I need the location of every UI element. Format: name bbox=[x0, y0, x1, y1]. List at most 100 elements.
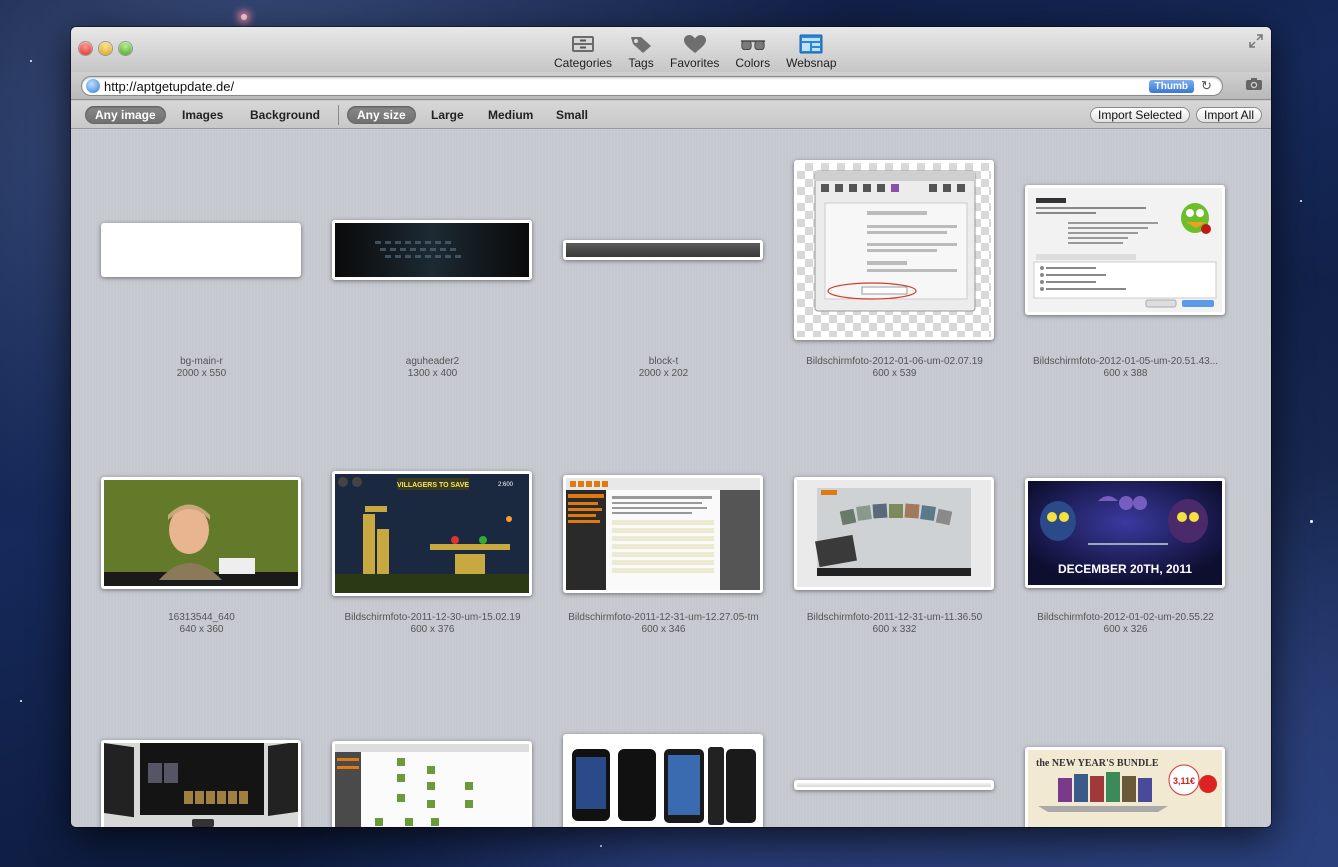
game-banner-text: VILLAGERS TO SAVE bbox=[397, 482, 469, 489]
tab-websnap[interactable]: Websnap bbox=[778, 32, 844, 70]
star bbox=[600, 845, 602, 847]
image-caption: block-t 2000 x 202 bbox=[548, 356, 779, 380]
filter-divider bbox=[338, 105, 339, 125]
image-item[interactable]: aguheader2 1300 x 400 bbox=[317, 130, 548, 420]
image-thumbnail[interactable] bbox=[1025, 185, 1225, 315]
image-thumbnail[interactable]: DECEMBER 20TH, 2011 bbox=[1025, 478, 1225, 588]
filter-small[interactable]: Small bbox=[546, 106, 598, 124]
tab-label: Websnap bbox=[786, 56, 837, 70]
image-caption: aguheader2 1300 x 400 bbox=[317, 356, 548, 380]
image-item[interactable] bbox=[548, 675, 779, 827]
tab-label: Favorites bbox=[670, 56, 720, 70]
image-item[interactable]: 16313544_640 640 x 360 bbox=[86, 420, 317, 675]
title-bar: Categories Tags Favorites Colors Websnap bbox=[71, 27, 1271, 72]
url-bar: http://aptgetupdate.de/ Thumb ↻ bbox=[71, 72, 1271, 100]
image-caption: bg-main-r 2000 x 550 bbox=[86, 356, 317, 380]
image-thumbnail[interactable] bbox=[794, 160, 994, 340]
image-thumbnail[interactable] bbox=[332, 741, 532, 827]
image-dims: 600 x 376 bbox=[410, 624, 455, 635]
tab-colors[interactable]: Colors bbox=[727, 32, 778, 70]
app-window: Categories Tags Favorites Colors Websnap… bbox=[71, 27, 1271, 827]
filter-any-image[interactable]: Any image bbox=[85, 106, 166, 124]
image-dims: 640 x 360 bbox=[179, 624, 224, 635]
image-thumbnail[interactable] bbox=[332, 220, 532, 280]
image-thumbnail[interactable] bbox=[101, 740, 301, 827]
image-dims: 600 x 539 bbox=[872, 368, 917, 379]
image-name: Bildschirmfoto-2011-12-30-um-15.02.19 bbox=[344, 612, 521, 623]
image-dims: 2000 x 550 bbox=[176, 368, 227, 379]
camera-icon[interactable] bbox=[1245, 77, 1263, 91]
image-caption: Bildschirmfoto-2011-12-31-um-11.36.50 60… bbox=[779, 612, 1010, 636]
tab-label: Colors bbox=[735, 56, 771, 70]
image-item[interactable]: the NEW YEAR'S BUNDLE 3,11€ bbox=[1010, 675, 1241, 827]
globe-icon bbox=[86, 79, 100, 93]
image-thumbnail[interactable] bbox=[101, 223, 301, 277]
image-item[interactable]: DECEMBER 20TH, 2011 Bildschirmfoto-2012-… bbox=[1010, 420, 1241, 675]
poster-date-text: DECEMBER 20TH, 2011 bbox=[1058, 562, 1192, 576]
zoom-button[interactable] bbox=[119, 42, 132, 55]
image-item[interactable]: block-t 2000 x 202 bbox=[548, 130, 779, 420]
image-name: Bildschirmfoto-2011-12-31-um-11.36.50 bbox=[806, 612, 983, 623]
image-item[interactable]: Bildschirmfoto-2011-12-31-um-11.36.50 60… bbox=[779, 420, 1010, 675]
image-thumbnail[interactable] bbox=[563, 240, 763, 260]
image-caption: 16313544_640 640 x 360 bbox=[86, 612, 317, 636]
image-item[interactable]: Bildschirmfoto-2011-12-31-um-12.27.05-tm… bbox=[548, 420, 779, 675]
image-dims: 600 x 326 bbox=[1103, 624, 1148, 635]
close-button[interactable] bbox=[79, 42, 92, 55]
filter-large[interactable]: Large bbox=[421, 106, 474, 124]
bundle-price-text: 3,11€ bbox=[1173, 776, 1195, 786]
filter-background[interactable]: Background bbox=[240, 106, 330, 124]
image-item[interactable] bbox=[86, 675, 317, 827]
image-caption: Bildschirmfoto-2012-01-05-um-20.51.43...… bbox=[1010, 356, 1241, 380]
star bbox=[1300, 200, 1302, 202]
image-name: 16313544_640 bbox=[168, 612, 235, 623]
tab-favorites[interactable]: Favorites bbox=[662, 32, 727, 70]
image-thumbnail[interactable]: the NEW YEAR'S BUNDLE 3,11€ bbox=[1025, 747, 1225, 827]
tag-icon bbox=[628, 34, 654, 54]
image-item[interactable]: bg-main-r 2000 x 550 bbox=[86, 130, 317, 420]
image-caption: Bildschirmfoto-2012-01-02-um-20.55.22 60… bbox=[1010, 612, 1241, 636]
image-thumbnail[interactable]: VILLAGERS TO SAVE 2:600 bbox=[332, 471, 532, 596]
image-thumbnail[interactable] bbox=[563, 734, 763, 827]
star bbox=[241, 14, 247, 20]
tab-categories[interactable]: Categories bbox=[546, 32, 620, 70]
toolbar: Categories Tags Favorites Colors Websnap bbox=[546, 32, 845, 70]
star bbox=[1310, 520, 1313, 523]
image-thumbnail[interactable] bbox=[563, 475, 763, 593]
image-dims: 600 x 346 bbox=[641, 624, 686, 635]
glasses-icon bbox=[740, 34, 766, 54]
image-item[interactable]: VILLAGERS TO SAVE 2:600 Bildschirmfoto-2… bbox=[317, 420, 548, 675]
url-input[interactable]: http://aptgetupdate.de/ Thumb ↻ bbox=[81, 76, 1223, 96]
image-dims: 600 x 388 bbox=[1103, 368, 1148, 379]
tab-tags[interactable]: Tags bbox=[620, 32, 662, 70]
thumb-button[interactable]: Thumb bbox=[1148, 80, 1194, 93]
image-thumbnail[interactable] bbox=[794, 477, 994, 590]
filter-bar: Any image Images Background Any size Lar… bbox=[71, 101, 1271, 129]
websnap-icon bbox=[798, 34, 824, 54]
image-thumbnail[interactable] bbox=[101, 477, 301, 589]
import-selected-button[interactable]: Import Selected bbox=[1090, 107, 1191, 123]
filter-any-size[interactable]: Any size bbox=[347, 106, 416, 124]
filter-medium[interactable]: Medium bbox=[478, 106, 543, 124]
filter-images[interactable]: Images bbox=[172, 106, 233, 124]
image-item[interactable]: Bildschirmfoto-2012-01-06-um-02.07.19 60… bbox=[779, 130, 1010, 420]
image-item[interactable]: Bildschirmfoto-2012-01-05-um-20.51.43...… bbox=[1010, 130, 1241, 420]
minimize-button[interactable] bbox=[99, 42, 112, 55]
bundle-title-text: the NEW YEAR'S BUNDLE bbox=[1036, 758, 1159, 769]
image-caption: Bildschirmfoto-2011-12-31-um-12.27.05-tm… bbox=[548, 612, 779, 636]
image-item[interactable] bbox=[317, 675, 548, 827]
image-item[interactable] bbox=[779, 675, 1010, 827]
star bbox=[20, 700, 22, 702]
fullscreen-icon[interactable] bbox=[1249, 34, 1263, 48]
tab-label: Categories bbox=[554, 56, 613, 70]
image-thumbnail[interactable] bbox=[794, 780, 994, 790]
image-dims: 600 x 332 bbox=[872, 624, 917, 635]
image-name: Bildschirmfoto-2011-12-31-um-12.27.05-tm bbox=[568, 612, 759, 623]
image-name: Bildschirmfoto-2012-01-05-um-20.51.43... bbox=[1032, 356, 1219, 367]
image-name: Bildschirmfoto-2012-01-02-um-20.55.22 bbox=[1037, 612, 1214, 623]
import-all-button[interactable]: Import All bbox=[1196, 107, 1263, 123]
image-grid: bg-main-r 2000 x 550 aguheader2 1300 x 4… bbox=[71, 130, 1271, 827]
cabinet-icon bbox=[570, 34, 596, 54]
reload-icon[interactable]: ↻ bbox=[1201, 79, 1215, 93]
image-dims: 1300 x 400 bbox=[407, 368, 458, 379]
